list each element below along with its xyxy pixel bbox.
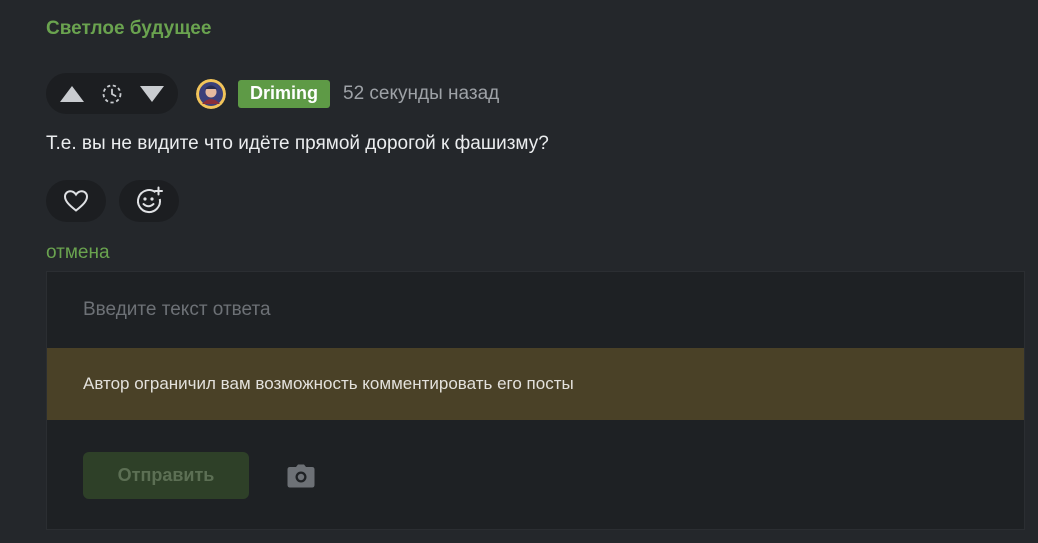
camera-icon: [287, 464, 315, 488]
downvote-button[interactable]: [139, 84, 165, 104]
heart-icon: [63, 190, 89, 212]
comment-body: Т.е. вы не видите что идёте прямой дорог…: [46, 133, 549, 154]
comment-meta: Driming 52 секунды назад: [46, 73, 499, 114]
attach-image-button[interactable]: [285, 460, 317, 492]
user-avatar-icon: [196, 78, 226, 109]
avatar[interactable]: [196, 78, 226, 109]
submit-button[interactable]: Отправить: [83, 452, 249, 499]
upvote-button[interactable]: [59, 84, 85, 104]
triangle-up-icon: [60, 85, 84, 102]
triangle-down-icon: [140, 85, 164, 102]
reply-form: Автор ограничил вам возможность комменти…: [46, 271, 1025, 530]
restriction-notice: Автор ограничил вам возможность комменти…: [47, 348, 1024, 420]
comment-thread: Светлое будущее Driming 52 секунды назад…: [0, 0, 1038, 543]
reply-input[interactable]: [47, 272, 1024, 348]
reaction-bar: [46, 180, 192, 222]
smiley-add-icon: [137, 186, 163, 214]
like-button[interactable]: [46, 180, 106, 222]
comment-timestamp: 52 секунды назад: [343, 82, 500, 104]
add-reaction-button[interactable]: [119, 180, 179, 222]
clock-dashed-icon: [102, 84, 122, 103]
vote-control: [46, 73, 178, 114]
rating-pending: [99, 84, 125, 104]
cancel-reply-link[interactable]: отмена: [46, 242, 110, 264]
parent-post-link[interactable]: Светлое будущее: [46, 18, 211, 40]
author-name[interactable]: Driming: [238, 79, 331, 108]
